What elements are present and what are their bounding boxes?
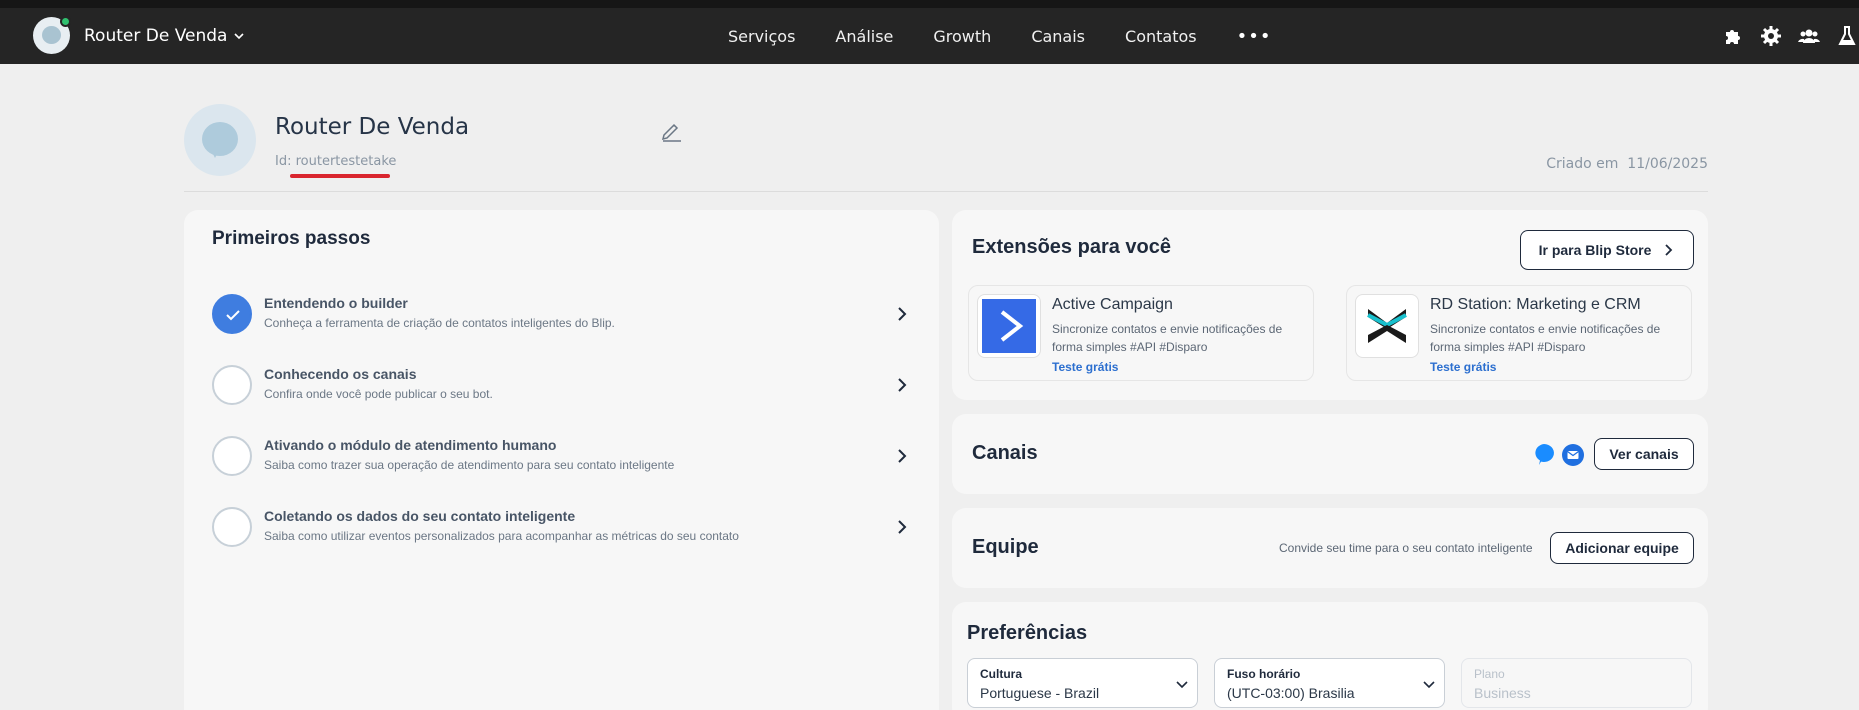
step-item[interactable]: Ativando o módulo de atendimento humano … — [212, 430, 912, 490]
page-title: Router De Venda — [275, 114, 470, 140]
plan-field: Plano Business — [1461, 658, 1692, 708]
timezone-label: Fuso horário — [1227, 667, 1301, 681]
bot-avatar — [33, 16, 71, 54]
extensions-card: Extensões para você Ir para Blip Store A… — [952, 210, 1708, 400]
team-icon[interactable] — [1797, 24, 1821, 48]
nav-item-analise[interactable]: Análise — [835, 27, 893, 46]
red-highlight-underline — [290, 174, 390, 178]
see-channels-button[interactable]: Ver canais — [1594, 438, 1694, 470]
blip-chat-icon — [1535, 444, 1554, 465]
bot-id: Id: routertestetake — [275, 154, 396, 169]
bot-switcher-label: Router De Venda — [84, 25, 228, 46]
step-subtitle: Saiba como trazer sua operação de atendi… — [264, 458, 675, 472]
main-nav: Serviços Análise Growth Canais Contatos … — [728, 8, 1271, 64]
preferences-card: Preferências Cultura Portuguese - Brazil… — [952, 602, 1708, 710]
plan-value: Business — [1474, 685, 1531, 701]
extension-description: Sincronize contatos e envie notificações… — [1052, 322, 1283, 354]
extension-description: Sincronize contatos e envie notificações… — [1430, 322, 1661, 354]
step-item[interactable]: Entendendo o builder Conheça a ferrament… — [212, 288, 912, 348]
team-invite-note: Convide seu time para o seu contato inte… — [1279, 541, 1533, 555]
first-steps-title: Primeiros passos — [212, 228, 371, 249]
chevron-down-icon — [234, 32, 245, 39]
settings-icon[interactable] — [1759, 24, 1783, 48]
extensions-title: Extensões para você — [972, 236, 1171, 258]
step-subtitle: Conheça a ferramenta de criação de conta… — [264, 316, 615, 330]
window-top-strip — [0, 0, 1859, 8]
created-date: Criado em 11/06/2025 — [1546, 156, 1708, 172]
step-unchecked-icon — [212, 507, 252, 547]
team-card: Equipe Convide seu time para o seu conta… — [952, 508, 1708, 588]
nav-more-icon[interactable]: ••• — [1237, 26, 1272, 47]
header-actions — [1707, 8, 1859, 64]
step-unchecked-icon — [212, 365, 252, 405]
extension-item-active-campaign[interactable]: Active Campaign Sincronize contatos e en… — [968, 285, 1314, 381]
preferences-title: Preferências — [967, 622, 1088, 644]
culture-select[interactable]: Cultura Portuguese - Brazil — [967, 658, 1198, 708]
chevron-down-icon — [1176, 681, 1188, 689]
first-steps-card: Primeiros passos Entendendo o builder Co… — [184, 210, 939, 710]
lab-flask-icon[interactable] — [1835, 24, 1859, 48]
chevron-right-icon — [898, 307, 907, 321]
chevron-right-icon — [898, 449, 907, 463]
created-value: 11/06/2025 — [1627, 156, 1708, 172]
step-subtitle: Saiba como utilizar eventos personalizad… — [264, 529, 739, 543]
nav-item-canais[interactable]: Canais — [1031, 27, 1085, 46]
blip-store-button-label: Ir para Blip Store — [1538, 242, 1652, 258]
created-label: Criado em — [1546, 156, 1619, 172]
top-navbar: Router De Venda Serviços Análise Growth … — [0, 8, 1859, 64]
chevron-right-icon — [898, 520, 907, 534]
step-title: Entendendo o builder — [264, 295, 408, 311]
nav-item-contatos[interactable]: Contatos — [1125, 27, 1197, 46]
header-divider — [184, 191, 1708, 192]
step-title: Coletando os dados do seu contato inteli… — [264, 508, 576, 524]
chevron-right-icon — [1665, 244, 1673, 256]
try-free-link[interactable]: Teste grátis — [1052, 360, 1118, 374]
culture-value: Portuguese - Brazil — [980, 685, 1100, 701]
chevron-down-icon — [1423, 681, 1435, 689]
step-item[interactable]: Coletando os dados do seu contato inteli… — [212, 501, 912, 561]
step-title: Ativando o módulo de atendimento humano — [264, 437, 557, 453]
email-icon — [1562, 444, 1584, 466]
step-unchecked-icon — [212, 436, 252, 476]
nav-item-servicos[interactable]: Serviços — [728, 27, 795, 46]
online-status-dot — [60, 16, 71, 27]
rd-station-logo — [1355, 294, 1419, 358]
step-item[interactable]: Conhecendo os canais Confira onde você p… — [212, 359, 912, 419]
plan-label: Plano — [1474, 667, 1505, 681]
chevron-right-icon — [898, 378, 907, 392]
puzzle-icon[interactable] — [1721, 24, 1745, 48]
timezone-select[interactable]: Fuso horário (UTC-03:00) Brasilia — [1214, 658, 1445, 708]
bot-id-value: routertestetake — [295, 154, 397, 169]
extension-item-rd-station[interactable]: RD Station: Marketing e CRM Sincronize c… — [1346, 285, 1692, 381]
step-subtitle: Confira onde você pode publicar o seu bo… — [264, 387, 493, 401]
edit-pencil-icon[interactable] — [659, 118, 683, 142]
step-title: Conhecendo os canais — [264, 366, 417, 382]
bot-id-label: Id: — [275, 154, 292, 169]
step-checked-icon — [212, 294, 252, 334]
team-title: Equipe — [972, 536, 1039, 558]
channels-card: Canais Ver canais — [952, 414, 1708, 494]
active-campaign-logo — [977, 294, 1041, 358]
extension-name: RD Station: Marketing e CRM — [1430, 296, 1641, 313]
culture-label: Cultura — [980, 667, 1022, 681]
bot-switcher[interactable]: Router De Venda — [33, 16, 245, 54]
try-free-link[interactable]: Teste grátis — [1430, 360, 1496, 374]
bot-avatar-large[interactable] — [184, 104, 256, 176]
timezone-value: (UTC-03:00) Brasilia — [1227, 685, 1355, 701]
channels-title: Canais — [972, 442, 1038, 464]
add-team-button[interactable]: Adicionar equipe — [1550, 532, 1694, 564]
extension-name: Active Campaign — [1052, 296, 1173, 313]
blip-store-button[interactable]: Ir para Blip Store — [1520, 230, 1694, 270]
nav-item-growth[interactable]: Growth — [933, 27, 991, 46]
